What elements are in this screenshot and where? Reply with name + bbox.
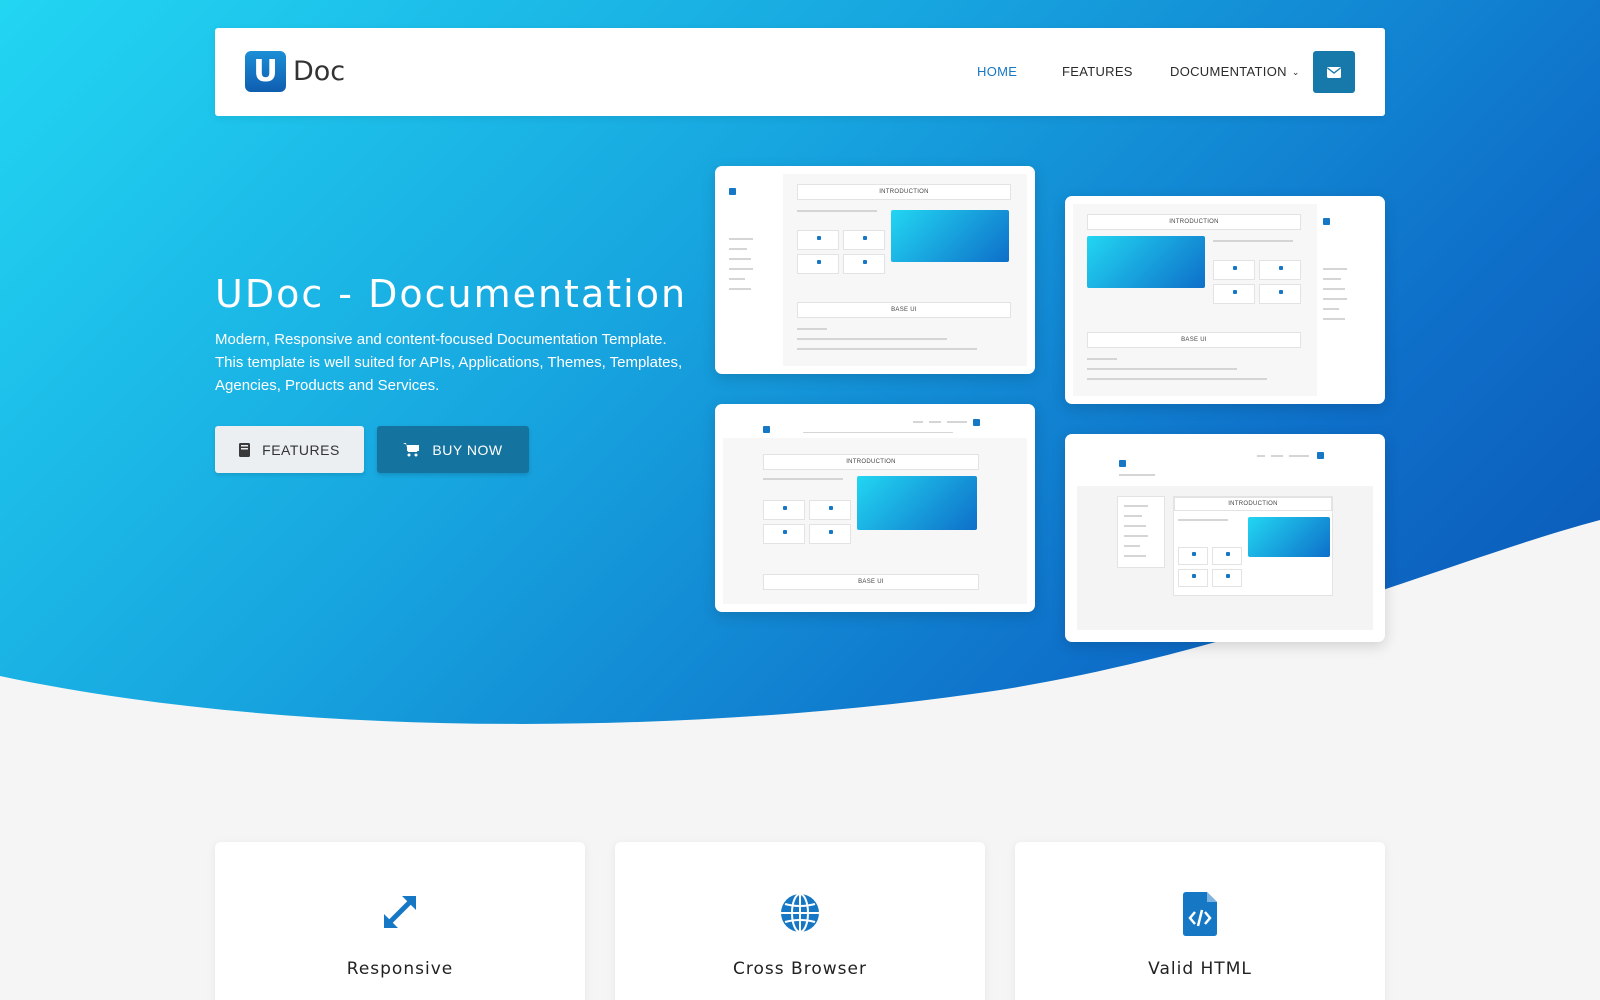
mini-section: BASE UI: [1181, 337, 1207, 343]
mini-hero: [1087, 236, 1205, 288]
mini-hero: [857, 476, 977, 530]
mini-heading-box: INTRODUCTION: [1174, 497, 1332, 511]
features-row: Responsive Cross Browser Valid HTML: [215, 842, 1385, 1000]
mini-hero: [891, 210, 1009, 262]
envelope-icon: [1327, 66, 1341, 78]
nav-documentation-label: DOCUMENTATION: [1170, 64, 1287, 79]
preview-right-sidebar: INTRODUCTION BASE UI: [1065, 196, 1385, 404]
top-navbar: U Doc HOME FEATURES DOCUMENTATION ⌄: [215, 28, 1385, 116]
book-icon: [239, 442, 251, 457]
preview-canvas: INTRODUCTION: [1073, 442, 1377, 634]
mini-heading: INTRODUCTION: [1228, 501, 1278, 507]
feature-title: Responsive: [346, 959, 454, 979]
feature-title: Cross Browser: [733, 959, 867, 979]
chevron-down-icon: ⌄: [1291, 67, 1300, 77]
expand-arrows-icon: [215, 892, 585, 932]
feature-card-cross-browser[interactable]: Cross Browser: [615, 842, 985, 1000]
contact-button[interactable]: [1313, 51, 1355, 93]
feature-card-responsive[interactable]: Responsive: [215, 842, 585, 1000]
preview-canvas: INTRODUCTION BASE UI: [1073, 204, 1377, 396]
mini-section-box: BASE UI: [797, 302, 1011, 318]
feature-card-valid-html[interactable]: Valid HTML: [1015, 842, 1385, 1000]
preview-boxed: INTRODUCTION: [1065, 434, 1385, 642]
mini-sidebar: [1317, 204, 1377, 396]
preview-canvas: INTRODUCTION BASE UI: [723, 412, 1027, 604]
features-button-label: FEATURES: [262, 441, 340, 458]
mini-heading: INTRODUCTION: [1169, 219, 1219, 225]
nav-home[interactable]: HOME: [977, 64, 1017, 79]
mini-content: INTRODUCTION: [1077, 486, 1373, 630]
mini-sidebar: [1117, 496, 1165, 568]
nav-features[interactable]: FEATURES: [1062, 64, 1133, 79]
mini-hero: [1248, 517, 1330, 557]
buy-now-label: BUY NOW: [432, 441, 503, 458]
preview-top-nav: INTRODUCTION BASE UI: [715, 404, 1035, 612]
mini-heading-box: INTRODUCTION: [797, 184, 1011, 200]
mini-section: BASE UI: [891, 307, 917, 313]
mini-logo: [1119, 452, 1137, 467]
mini-section-box: BASE UI: [763, 574, 979, 590]
preview-left-sidebar: INTRODUCTION BASE UI: [715, 166, 1035, 374]
features-button[interactable]: FEATURES: [215, 426, 364, 473]
cart-icon: [403, 442, 420, 457]
nav-documentation[interactable]: DOCUMENTATION ⌄: [1170, 64, 1300, 79]
mini-heading-box: INTRODUCTION: [1087, 214, 1301, 230]
mini-section-box: BASE UI: [1087, 332, 1301, 348]
mini-sidebar: [723, 174, 783, 366]
mini-topbar: [723, 412, 1027, 438]
buy-now-button[interactable]: BUY NOW: [377, 426, 529, 473]
hero-description: Modern, Responsive and content-focused D…: [215, 331, 683, 394]
mini-heading-box: INTRODUCTION: [763, 454, 979, 470]
mini-logo: [763, 418, 781, 433]
mini-main: INTRODUCTION: [1173, 496, 1333, 596]
globe-icon: [615, 892, 985, 934]
preview-canvas: INTRODUCTION BASE UI: [723, 174, 1027, 366]
mini-logo: [1323, 210, 1341, 225]
mini-heading: INTRODUCTION: [879, 189, 929, 195]
nav-menu: HOME FEATURES DOCUMENTATION ⌄: [215, 28, 1385, 116]
mini-logo: [729, 180, 747, 195]
hero-section: U Doc HOME FEATURES DOCUMENTATION ⌄ UDoc …: [0, 0, 1600, 740]
hero-title: UDoc - Documentation: [215, 272, 688, 316]
mini-section: BASE UI: [858, 579, 884, 585]
mini-heading: INTRODUCTION: [846, 459, 896, 465]
code-file-icon: [1015, 892, 1385, 936]
feature-title: Valid HTML: [1148, 959, 1252, 979]
